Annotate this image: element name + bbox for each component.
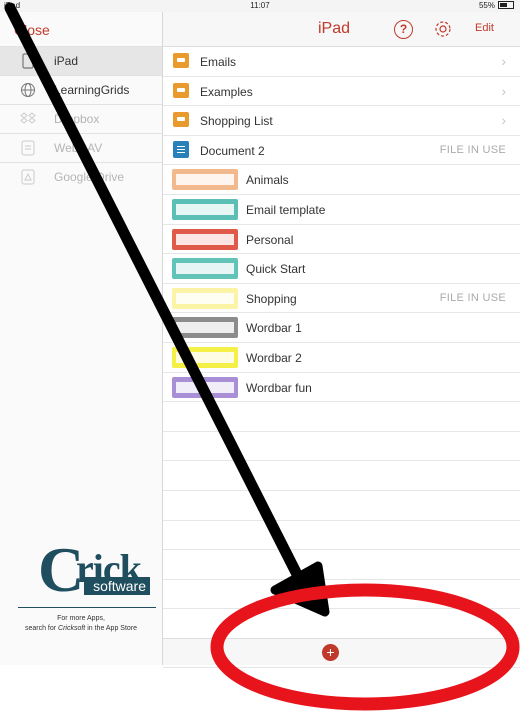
gear-icon[interactable] [433, 19, 453, 39]
page-title: iPad [318, 20, 351, 37]
document-row[interactable]: Document 2 FILE IN USE [163, 136, 520, 166]
sidebar-item-label: Google Drive [54, 170, 125, 184]
status-badge: FILE IN USE [439, 143, 506, 156]
row-label: Examples [200, 84, 253, 99]
ipad-screen: iPad 11:07 55% Close iPad LearningGrids … [0, 0, 520, 669]
row-label: Emails [200, 55, 237, 69]
grid-thumbnail [172, 258, 238, 280]
grid-row[interactable]: Shopping FILE IN USE [163, 284, 520, 314]
grid-row[interactable]: Personal [163, 225, 520, 255]
grid-row[interactable]: Animals [163, 165, 520, 195]
sidebar-item-label: LearningGrids [54, 83, 130, 97]
battery-status: 55% [479, 1, 514, 10]
sidebar-item-ipad[interactable]: iPad [0, 46, 162, 75]
app-store-note: For more Apps, search for Cricksoft in t… [0, 614, 162, 634]
battery-percent: 55% [478, 1, 495, 10]
help-button[interactable]: ? [394, 20, 413, 39]
grid-thumbnail [172, 346, 238, 368]
empty-row [163, 491, 520, 521]
grid-thumbnail [172, 287, 238, 309]
file-list: Emails › Examples › Shopping List › Document 2… [163, 47, 520, 669]
folder-row[interactable]: Examples › [163, 77, 520, 107]
grid-thumbnail [172, 228, 238, 250]
row-label: Wordbar 1 [246, 321, 302, 336]
sidebar-item-webdav[interactable]: WebDAV [0, 133, 162, 162]
divider [18, 607, 156, 608]
grid-row[interactable]: Email template [163, 195, 520, 225]
grid-row[interactable]: Wordbar 1 [163, 313, 520, 343]
sidebar-item-google-drive[interactable]: Google Drive [0, 162, 162, 191]
empty-row [163, 521, 520, 551]
chevron-right-icon: › [501, 112, 506, 129]
sidebar: Close iPad LearningGrids Dropbox WebDAV … [0, 12, 163, 665]
chevron-right-icon: › [501, 53, 506, 69]
row-label: Animals [246, 173, 289, 188]
empty-row [163, 580, 520, 610]
sidebar-item-label: WebDAV [54, 141, 103, 155]
grid-row[interactable]: Wordbar fun [163, 373, 520, 403]
grid-row[interactable]: Wordbar 2 [163, 343, 520, 373]
crick-logo: C rick software [0, 534, 162, 605]
row-label: Wordbar fun [246, 380, 312, 395]
sidebar-item-dropbox[interactable]: Dropbox [0, 104, 162, 133]
grid-thumbnail [172, 376, 238, 398]
row-label: Personal [246, 232, 294, 247]
empty-row [163, 432, 520, 462]
folder-row[interactable]: Emails › [163, 47, 520, 77]
grid-thumbnail [172, 198, 238, 220]
grid-row[interactable]: Quick Start [163, 254, 520, 284]
nav-bar: iPad ? Edit [163, 12, 520, 47]
row-label: Wordbar 2 [246, 350, 302, 365]
row-label: Shopping List [200, 114, 273, 129]
dropbox-icon [20, 112, 36, 124]
note-line-1: For more Apps, [57, 615, 105, 622]
grid-thumbnail [172, 317, 238, 339]
webdav-icon [21, 140, 35, 156]
folder-icon [173, 112, 189, 128]
grid-thumbnail [172, 169, 238, 191]
empty-row [163, 609, 520, 639]
globe-icon [21, 83, 35, 97]
logo-software: software [84, 577, 150, 595]
row-label: Shopping [246, 291, 297, 306]
empty-row [163, 461, 520, 491]
row-label: Document 2 [200, 143, 265, 158]
document-icon [173, 140, 189, 158]
sidebar-item-label: iPad [54, 54, 79, 68]
note-line-2: search for Cricksoft in the App Store [24, 625, 138, 632]
add-button[interactable]: + [322, 644, 339, 661]
status-badge: FILE IN USE [439, 291, 506, 304]
file-browser: iPad ? Edit Emails › Examples › Shopping Lis… [163, 12, 520, 669]
chevron-right-icon: › [501, 82, 506, 99]
folder-icon [173, 53, 189, 68]
folder-icon [173, 82, 189, 98]
row-label: Quick Start [246, 262, 306, 277]
sidebar-item-label: Dropbox [54, 112, 100, 126]
empty-row [163, 550, 520, 580]
status-bar: iPad 11:07 55% [0, 0, 520, 12]
google-drive-icon [21, 169, 35, 185]
clock: 11:07 [250, 1, 270, 10]
sidebar-topbar: Close [0, 12, 162, 46]
close-button[interactable]: Close [14, 22, 50, 38]
bottom-toolbar: + [163, 638, 520, 665]
row-label: Email template [246, 202, 326, 217]
ipad-icon [22, 53, 34, 69]
battery-icon [498, 1, 514, 9]
sidebar-item-learninggrids[interactable]: LearningGrids [0, 75, 162, 104]
folder-row[interactable]: Shopping List › [163, 106, 520, 136]
empty-row [163, 402, 520, 432]
edit-button[interactable]: Edit [475, 22, 494, 34]
